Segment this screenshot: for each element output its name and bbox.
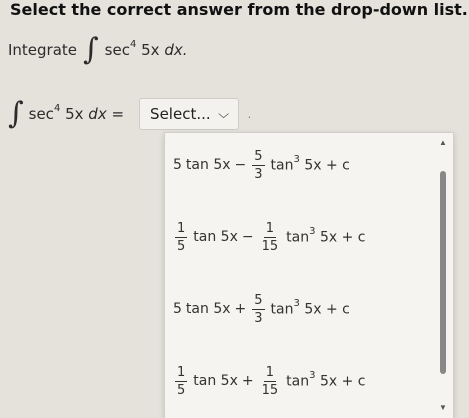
option-fraction: 5 3 — [252, 148, 265, 182]
integral-sign: ∫ — [83, 32, 99, 67]
dropdown-selected-label: Select... — [150, 105, 211, 123]
option-coef1: 5 — [173, 301, 182, 317]
dropdown-option-4[interactable]: 1 5 tan 5x + 1 15 tan3 5x + c — [173, 349, 431, 413]
option-coef1: 5 — [173, 157, 182, 173]
option-operator: − — [234, 157, 247, 173]
option-fraction: 1 15 — [261, 364, 279, 398]
trailing-period: . — [247, 107, 252, 121]
option-term1: tan 5x — [185, 157, 231, 173]
scrollbar-thumb[interactable] — [440, 171, 446, 374]
question-prompt: Integrate ∫ sec4 5x dx. — [8, 30, 188, 70]
option-fraction: 1 15 — [261, 220, 279, 254]
integral-sign: ∫ — [8, 96, 24, 131]
option-operator: − — [241, 229, 254, 245]
equation-lhs: sec4 5x dx = — [28, 103, 125, 123]
option-term1: tan 5x — [193, 373, 238, 389]
dropdown-option-3[interactable]: 5 tan 5x + 5 3 tan3 5x + c — [173, 277, 431, 341]
option-term1: tan 5x — [193, 229, 238, 245]
option-operator: + — [241, 373, 254, 389]
option-term2: tan3 5x + c — [286, 370, 366, 390]
dropdown-list: 5 tan 5x − 5 3 tan3 5x + c 1 5 tan 5x − … — [164, 132, 454, 418]
instruction-text: Select the correct answer from the drop-… — [10, 0, 468, 19]
option-fraction: 1 5 — [175, 364, 188, 398]
dropdown-option-1[interactable]: 5 tan 5x − 5 3 tan3 5x + c — [173, 133, 431, 197]
option-fraction: 5 3 — [252, 292, 265, 326]
triangle-down-icon[interactable]: ▼ — [437, 402, 449, 414]
option-term1: tan 5x — [185, 301, 231, 317]
option-term2: tan3 5x + c — [286, 226, 366, 246]
option-term2: tan3 5x + c — [270, 298, 350, 318]
question-prefix: Integrate — [8, 41, 78, 59]
answer-equation: ∫ sec4 5x dx = Select... ⌵ . — [8, 94, 251, 134]
dropdown-scrollbar[interactable]: ▲ ▼ — [437, 137, 449, 414]
answer-dropdown[interactable]: Select... ⌵ — [139, 98, 239, 130]
dropdown-option-2[interactable]: 1 5 tan 5x − 1 15 tan3 5x + c — [173, 205, 431, 269]
chevron-down-icon: ⌵ — [217, 106, 229, 121]
triangle-up-icon[interactable]: ▲ — [437, 137, 449, 149]
option-fraction: 1 5 — [175, 220, 188, 254]
option-operator: + — [234, 301, 247, 317]
option-term2: tan3 5x + c — [270, 154, 350, 174]
question-integrand: sec4 5x dx. — [104, 39, 188, 59]
